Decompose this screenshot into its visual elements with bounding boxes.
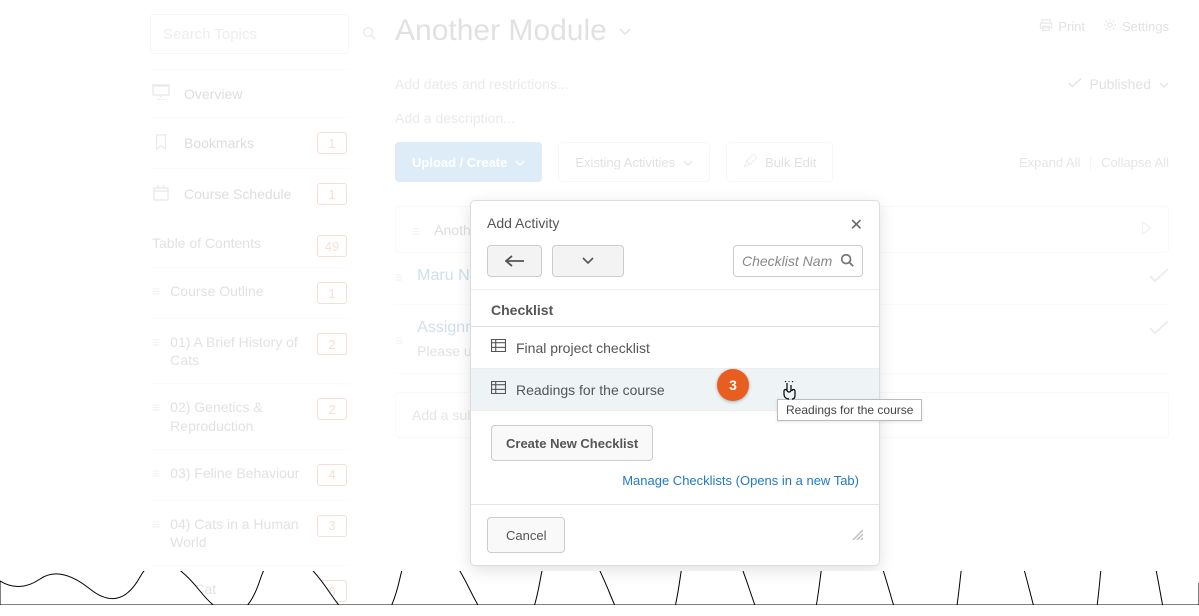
presentation-icon	[152, 84, 170, 103]
label: 04) Cats in a Human World	[170, 515, 307, 551]
resize-handle-icon[interactable]	[849, 526, 863, 544]
nav-bookmarks[interactable]: Bookmarks 1	[150, 117, 349, 168]
drag-handle-icon[interactable]: ≡	[152, 284, 160, 298]
pencil-icon	[743, 154, 757, 171]
search-input[interactable]	[163, 26, 362, 43]
existing-activities-button[interactable]: Existing Activities	[558, 142, 710, 182]
label: Bookmarks	[184, 135, 303, 151]
toc-item[interactable]: ≡ 04) Cats in a Human World 3	[150, 500, 349, 565]
drag-handle-icon[interactable]: ≡	[152, 335, 160, 349]
collapse-all-link[interactable]: Collapse All	[1101, 155, 1169, 170]
label: 03) Feline Behaviour	[170, 464, 307, 482]
sidebar: Overview Bookmarks 1 Course Schedule 1 T…	[0, 0, 365, 605]
checklist-item[interactable]: Final project checklist	[471, 327, 879, 369]
check-icon	[1068, 76, 1082, 92]
checklist-search[interactable]	[733, 245, 863, 277]
drag-handle-icon[interactable]: ≡	[152, 582, 160, 596]
search-icon	[840, 253, 854, 270]
drag-handle-icon[interactable]: ≡	[412, 224, 420, 238]
play-icon[interactable]	[1141, 221, 1152, 238]
print-icon	[1039, 19, 1053, 35]
label: Bulk Edit	[765, 155, 816, 170]
label: Existing Activities	[575, 155, 675, 170]
label: 05) Cat	[170, 580, 307, 598]
label: Published	[1090, 76, 1152, 92]
count-badge: 3	[317, 515, 347, 537]
item-label: Final project checklist	[516, 340, 650, 356]
drag-handle-icon[interactable]: ≡	[152, 466, 160, 480]
add-activity-modal: Add Activity ✕ Checklist Final project c…	[470, 200, 880, 566]
dates-placeholder[interactable]: Add dates and restrictions...	[395, 76, 569, 92]
toc-title: Table of Contents	[152, 235, 261, 257]
count-badge: 2	[317, 333, 347, 355]
description-placeholder[interactable]: Add a description...	[395, 110, 1169, 126]
back-button[interactable]	[487, 245, 542, 277]
search-input[interactable]	[742, 253, 840, 269]
tooltip: Readings for the course	[777, 399, 922, 421]
bulk-edit-button[interactable]: Bulk Edit	[726, 142, 833, 182]
count-badge: 1	[317, 183, 347, 205]
drag-handle-icon[interactable]: ≡	[395, 270, 403, 284]
module-title[interactable]: Another Module	[395, 14, 631, 48]
create-checklist-button[interactable]: Create New Checklist	[491, 425, 653, 461]
table-icon	[491, 381, 506, 398]
nav-schedule[interactable]: Course Schedule 1	[150, 168, 349, 219]
count-badge: 1	[317, 282, 347, 304]
label: Course Schedule	[184, 186, 303, 202]
search-topics[interactable]	[150, 14, 349, 54]
section-title: Checklist	[471, 290, 879, 327]
item-label: Readings for the course	[516, 382, 665, 398]
chevron-down-icon[interactable]	[619, 24, 631, 39]
count-badge: 2	[317, 398, 347, 420]
toc-item[interactable]: ≡ 01) A Brief History of Cats 2	[150, 318, 349, 383]
label: 01) A Brief History of Cats	[170, 333, 307, 369]
manage-checklists-link[interactable]: Manage Checklists (Opens in a new Tab)	[471, 469, 879, 504]
chevron-down-icon	[1159, 76, 1169, 92]
settings-button[interactable]: Settings	[1103, 18, 1169, 35]
chevron-down-icon	[515, 155, 525, 170]
calendar-icon	[152, 185, 170, 204]
table-icon	[491, 339, 506, 356]
modal-title: Add Activity	[487, 215, 559, 235]
nav-overview[interactable]: Overview	[150, 69, 349, 117]
toc-item[interactable]: ≡ 03) Feline Behaviour 4	[150, 449, 349, 500]
drag-handle-icon[interactable]: ≡	[395, 333, 403, 347]
count-badge: 6	[317, 580, 347, 602]
title-text: Another Module	[395, 14, 607, 48]
toc-item[interactable]: ≡ 05) Cat 6	[150, 565, 349, 616]
label: 02) Genetics & Reproduction	[170, 398, 307, 434]
label: Settings	[1122, 19, 1169, 34]
callout-badge: 3	[717, 369, 749, 401]
drag-handle-icon[interactable]: ≡	[152, 517, 160, 531]
count-badge: 49	[317, 235, 347, 257]
count-badge: 4	[317, 464, 347, 486]
gear-icon	[1103, 18, 1117, 35]
published-dropdown[interactable]: Published	[1068, 76, 1170, 92]
toc-item[interactable]: ≡ 02) Genetics & Reproduction 2	[150, 383, 349, 448]
label: Course Outline	[170, 282, 307, 300]
label: Overview	[184, 86, 347, 102]
check-icon	[1149, 267, 1169, 290]
label: Upload / Create	[412, 155, 507, 170]
toc-item[interactable]: ≡ Course Outline 1	[150, 267, 349, 318]
close-icon[interactable]: ✕	[850, 215, 863, 235]
upload-create-button[interactable]: Upload / Create	[395, 142, 542, 182]
dropdown-button[interactable]	[552, 245, 624, 277]
toc-header[interactable]: Table of Contents 49	[150, 219, 349, 267]
cancel-button[interactable]: Cancel	[487, 517, 565, 553]
drag-handle-icon[interactable]: ≡	[152, 400, 160, 414]
label: Print	[1058, 19, 1085, 34]
chevron-down-icon	[683, 155, 693, 170]
expand-all-link[interactable]: Expand All	[1019, 155, 1080, 170]
print-button[interactable]: Print	[1039, 18, 1085, 35]
bookmark-icon	[152, 134, 170, 153]
check-icon	[1149, 319, 1169, 342]
count-badge: 1	[317, 132, 347, 154]
